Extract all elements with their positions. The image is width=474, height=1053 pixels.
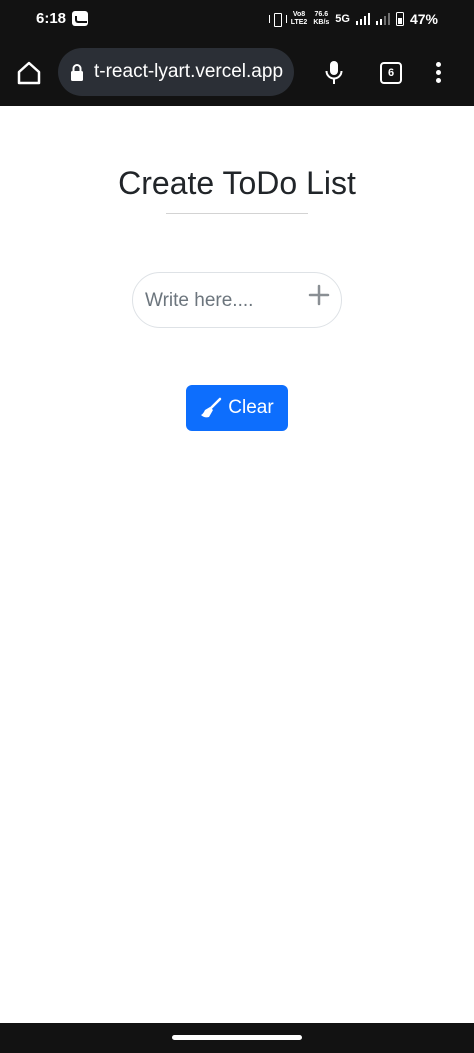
volte-top-label: Vo8 bbox=[292, 11, 306, 18]
gesture-handle[interactable] bbox=[172, 1035, 302, 1040]
browser-toolbar: t-react-lyart.vercel.app 6 bbox=[0, 38, 474, 106]
tab-switcher-button[interactable]: 6 bbox=[380, 62, 402, 84]
network-speed: 76.6 KB/s bbox=[313, 11, 329, 27]
url-text: t-react-lyart.vercel.app bbox=[94, 61, 284, 82]
status-time: 6:18 bbox=[36, 10, 67, 27]
clear-button-label: Clear bbox=[228, 397, 274, 418]
signal-icon-sim2 bbox=[375, 13, 390, 25]
address-bar[interactable]: t-react-lyart.vercel.app bbox=[58, 48, 294, 96]
mic-icon[interactable] bbox=[324, 60, 344, 86]
title-divider bbox=[166, 213, 308, 214]
battery-icon bbox=[395, 12, 404, 26]
status-bar: 6:18 Vo8 LTE2 76.6 KB/s 5G 47% bbox=[0, 0, 474, 38]
page-title: Create ToDo List bbox=[118, 165, 356, 201]
signal-icon-sim1 bbox=[355, 13, 370, 25]
network-type-label: 5G bbox=[335, 13, 350, 25]
plus-icon[interactable] bbox=[307, 283, 331, 307]
todo-input-container bbox=[132, 272, 342, 328]
vibrate-icon bbox=[268, 13, 287, 27]
lock-icon bbox=[71, 64, 83, 81]
status-indicators: Vo8 LTE2 76.6 KB/s 5G 47% bbox=[268, 9, 438, 29]
tab-count: 6 bbox=[387, 67, 395, 79]
notification-app-icon bbox=[72, 11, 88, 26]
navigation-bar bbox=[0, 1023, 474, 1053]
volte-indicator: Vo8 LTE2 bbox=[291, 11, 308, 27]
home-icon[interactable] bbox=[16, 60, 42, 86]
todo-input[interactable] bbox=[145, 283, 300, 319]
network-speed-unit: KB/s bbox=[313, 19, 330, 26]
broom-icon bbox=[201, 397, 222, 418]
volte-bottom-label: LTE2 bbox=[290, 19, 308, 26]
battery-percentage: 47% bbox=[409, 11, 438, 27]
menu-icon[interactable] bbox=[436, 62, 442, 84]
clear-button[interactable]: Clear bbox=[186, 385, 288, 431]
network-speed-value: 76.6 bbox=[314, 11, 329, 18]
